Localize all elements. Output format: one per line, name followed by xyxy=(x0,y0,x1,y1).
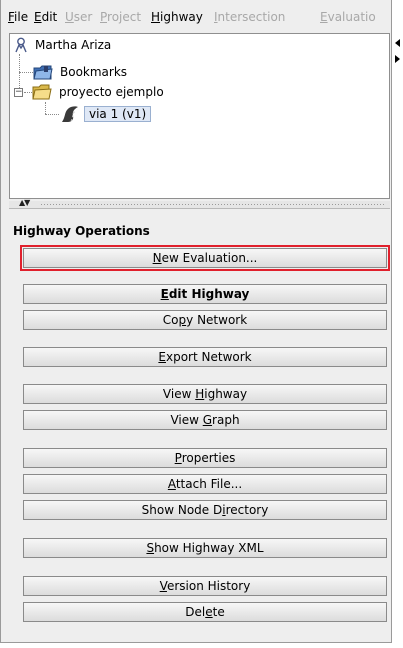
menu-evaluation[interactable]: Evaluatio xyxy=(320,10,376,24)
tree-line xyxy=(45,114,59,115)
tree-label-user: Martha Ariza xyxy=(35,38,112,52)
tree-label-project: proyecto ejemplo xyxy=(59,85,164,99)
copy-network-button[interactable]: Copy Network xyxy=(23,310,387,330)
delete-button[interactable]: Delete xyxy=(23,602,387,622)
menu-project[interactable]: Project xyxy=(100,10,141,24)
tree-item-highway[interactable]: via 1 (v1) xyxy=(60,104,152,124)
expand-left-icon[interactable] xyxy=(395,39,400,47)
collapse-icon[interactable]: − xyxy=(14,87,23,97)
highway-icon xyxy=(62,106,78,122)
tree-label-highway: via 1 (v1) xyxy=(84,106,152,122)
menu-edit[interactable]: Edit xyxy=(34,10,57,24)
view-graph-button[interactable]: View Graph xyxy=(23,410,387,430)
highway-operations-panel: Highway Operations New Evaluation... Edi… xyxy=(9,212,390,642)
tree-item-project[interactable]: − proyecto ejemplo xyxy=(14,82,167,102)
properties-button[interactable]: Properties xyxy=(23,448,387,468)
view-highway-button[interactable]: View Highway xyxy=(23,384,387,404)
tree-label-bookmarks: Bookmarks xyxy=(60,65,128,79)
split-arrows-icon[interactable]: ▲▼ xyxy=(19,198,30,207)
project-tree: Martha Ariza Bookmarks − proyecto ejempl… xyxy=(9,33,390,199)
attach-file-button[interactable]: Attach File... xyxy=(23,474,387,494)
divider-grip xyxy=(41,204,386,205)
new-evaluation-button[interactable]: New Evaluation... xyxy=(20,245,390,271)
tree-line xyxy=(45,102,46,114)
show-node-directory-button[interactable]: Show Node Directory xyxy=(23,500,387,520)
show-highway-xml-button[interactable]: Show Highway XML xyxy=(23,538,387,558)
menu-intersection[interactable]: Intersection xyxy=(214,10,285,24)
split-pane-divider[interactable]: ▲▼ xyxy=(9,198,390,209)
expand-right-icon[interactable] xyxy=(395,55,400,63)
menu-file[interactable]: File xyxy=(8,10,28,24)
tree-line xyxy=(19,72,33,73)
menu-highway[interactable]: Highway xyxy=(151,10,203,24)
bookmarks-folder-icon xyxy=(33,65,53,80)
project-folder-icon xyxy=(32,84,52,100)
version-history-button[interactable]: Version History xyxy=(23,576,387,596)
menu-bar: File Edit User Project Highway Intersect… xyxy=(1,0,391,32)
tree-item-user[interactable]: Martha Ariza xyxy=(14,35,114,55)
edit-highway-button[interactable]: Edit Highway xyxy=(23,284,387,304)
user-icon xyxy=(15,37,27,53)
collapsed-side-panel xyxy=(394,0,403,648)
export-network-button[interactable]: Export Network xyxy=(23,347,387,367)
panel-title: Highway Operations xyxy=(13,224,150,238)
application-window: File Edit User Project Highway Intersect… xyxy=(0,0,392,643)
menu-user[interactable]: User xyxy=(65,10,92,24)
tree-item-bookmarks[interactable]: Bookmarks xyxy=(33,62,130,82)
